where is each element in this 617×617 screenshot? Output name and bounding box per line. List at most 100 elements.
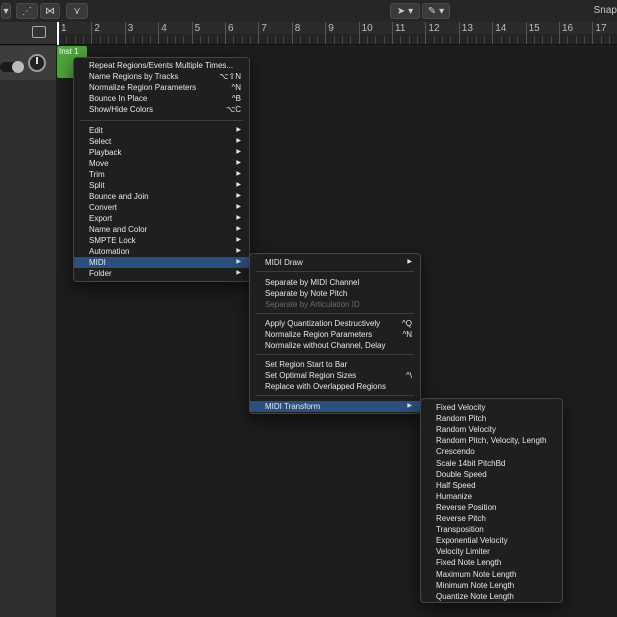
bar-number: 7: [261, 23, 267, 34]
menu-icon[interactable]: ▾: [1, 3, 11, 19]
pencil-tool-icon[interactable]: ✎ ▾: [422, 3, 450, 19]
menu-item-label: Export: [89, 214, 113, 223]
menu-item-separate-by-note-pitch[interactable]: Separate by Note Pitch: [250, 288, 420, 299]
menu-item-trim[interactable]: Trim ▶: [74, 169, 249, 180]
menu-item-normalize-without-channel-delay[interactable]: Normalize without Channel, Delay: [250, 340, 420, 351]
menu-item-separate-by-midi-channel[interactable]: Separate by MIDI Channel: [250, 277, 420, 288]
menu-item-label: Trim: [89, 170, 105, 179]
menu-item-name-regions-by-tracks[interactable]: Name Regions by Tracks ⌥⇧N: [74, 71, 249, 82]
bar-tick: [325, 22, 327, 44]
beat-tick: [74, 36, 76, 44]
menu-item-double-speed[interactable]: Double Speed: [421, 469, 562, 480]
menu-item-normalize-region-parameters[interactable]: Normalize Region Parameters ^N: [250, 329, 420, 340]
menu-item-convert[interactable]: Convert ▶: [74, 202, 249, 213]
menu-item-apply-quantization-destructively[interactable]: Apply Quantization Destructively ^Q: [250, 318, 420, 329]
menu-item-midi-transform[interactable]: MIDI Transform ▶: [250, 401, 420, 412]
cycle-area[interactable]: [56, 34, 617, 44]
menu-item-velocity-limiter[interactable]: Velocity Limiter: [421, 546, 562, 557]
menu-item-half-speed[interactable]: Half Speed: [421, 480, 562, 491]
beat-tick: [149, 36, 151, 44]
submenu-arrow-icon: ▶: [407, 403, 412, 409]
menu-item-quantize-note-length[interactable]: Quantize Note Length: [421, 591, 562, 602]
menu-item-label: Folder: [89, 269, 112, 278]
menu-item-repeat-regions-events-multiple-times[interactable]: Repeat Regions/Events Multiple Times...: [74, 60, 249, 71]
toolbar: ▾ ⋰ ⋈ ⋎ ➤ ▾ ✎ ▾ Snap: [0, 0, 617, 23]
menu-item-random-pitch-velocity-length[interactable]: Random Pitch, Velocity, Length: [421, 435, 562, 446]
menu-item-select[interactable]: Select ▶: [74, 136, 249, 147]
submenu-arrow-icon: ▶: [236, 171, 241, 177]
menu-item-replace-with-overlapped-regions[interactable]: Replace with Overlapped Regions: [250, 381, 420, 392]
bar-tick: [559, 22, 560, 44]
beat-tick: [350, 36, 352, 44]
menu-item-split[interactable]: Split ▶: [74, 180, 249, 191]
menu-item-folder[interactable]: Folder ▶: [74, 268, 249, 279]
menu-item-fixed-note-length[interactable]: Fixed Note Length: [421, 557, 562, 568]
menu-item-label: Split: [89, 181, 105, 190]
menu-item-normalize-region-parameters[interactable]: Normalize Region Parameters ^N: [74, 82, 249, 93]
menu-item-minimum-note-length[interactable]: Minimum Note Length: [421, 580, 562, 591]
beat-tick: [366, 36, 368, 44]
menu-item-name-and-color[interactable]: Name and Color ▶: [74, 224, 249, 235]
pointer-tool-icon[interactable]: ➤ ▾: [390, 3, 420, 19]
menu-item-transposition[interactable]: Transposition: [421, 524, 562, 535]
split-icon[interactable]: ⋎: [66, 3, 88, 19]
bar-number: 11: [395, 23, 406, 34]
menu-item-label: MIDI Draw: [265, 258, 303, 267]
menu-item-fixed-velocity[interactable]: Fixed Velocity: [421, 402, 562, 413]
bar-number: 9: [328, 23, 334, 34]
menu-item-reverse-pitch[interactable]: Reverse Pitch: [421, 513, 562, 524]
menu-item-label: Random Velocity: [436, 425, 497, 435]
menu-item-exponential-velocity[interactable]: Exponential Velocity: [421, 535, 562, 546]
menu-item-label: Move: [89, 159, 109, 168]
beat-tick: [83, 36, 85, 44]
menu-item-set-optimal-region-sizes[interactable]: Set Optimal Region Sizes ^\: [250, 370, 420, 381]
menu-item-smpte-lock[interactable]: SMPTE Lock ▶: [74, 235, 249, 246]
menu-separator: [80, 120, 243, 121]
bar-number: 5: [194, 23, 201, 34]
snap-label[interactable]: Snap: [594, 5, 617, 16]
menu-item-random-velocity[interactable]: Random Velocity: [421, 424, 562, 435]
menu-item-reverse-position[interactable]: Reverse Position: [421, 502, 562, 513]
beat-tick: [383, 36, 385, 44]
beat-tick: [116, 36, 118, 44]
menu-item-label: Exponential Velocity: [436, 536, 508, 546]
menu-item-show-hide-colors[interactable]: Show/Hide Colors ⌥C: [74, 104, 249, 115]
submenu-arrow-icon: ▶: [236, 237, 241, 243]
menu-item-label: Separate by MIDI Channel: [265, 278, 360, 287]
catch-icon[interactable]: ⋈: [40, 3, 60, 19]
menu-item-automation[interactable]: Automation ▶: [74, 246, 249, 257]
menu-item-midi[interactable]: MIDI ▶: [74, 257, 249, 268]
menu-separator: [256, 395, 414, 396]
menu-item-bounce-in-place[interactable]: Bounce In Place ^B: [74, 93, 249, 104]
menu-item-playback[interactable]: Playback ▶: [74, 147, 249, 158]
add-track-icon[interactable]: [32, 26, 46, 38]
menu-item-midi-draw[interactable]: MIDI Draw ▶: [250, 257, 420, 268]
menu-item-bounce-and-join[interactable]: Bounce and Join ▶: [74, 191, 249, 202]
menu-item-scale-14bit-pitchbd[interactable]: Scale 14bit PitchBd: [421, 458, 562, 469]
menu-item-label: Transposition: [436, 525, 484, 535]
menu-item-shortcut: ^N: [402, 330, 412, 339]
menu-item-move[interactable]: Move ▶: [74, 158, 249, 169]
menu-item-crescendo[interactable]: Crescendo: [421, 446, 562, 457]
submenu-arrow-icon: ▶: [236, 215, 241, 221]
menu-item-random-pitch[interactable]: Random Pitch: [421, 413, 562, 424]
volume-slider[interactable]: [0, 61, 24, 73]
submenu-arrow-icon: ▶: [236, 138, 241, 144]
beat-tick: [417, 36, 419, 44]
menu-item-export[interactable]: Export ▶: [74, 213, 249, 224]
flex-time-icon[interactable]: ⋰: [16, 3, 38, 19]
beat-tick: [208, 36, 210, 44]
menu-item-edit[interactable]: Edit ▶: [74, 125, 249, 136]
menu-item-label: SMPTE Lock: [89, 236, 136, 245]
menu-item-label: Scale 14bit PitchBd: [436, 458, 506, 468]
beat-tick: [141, 36, 143, 44]
menu-item-maximum-note-length[interactable]: Maximum Note Length: [421, 569, 562, 580]
menu-item-humanize[interactable]: Humanize: [421, 491, 562, 502]
timeline-ruler[interactable]: 1 2 3 4 5 6 7 8 9 10 11 12 13 14 15 16 17: [56, 22, 617, 45]
menu-item-label: Apply Quantization Destructively: [265, 319, 381, 328]
submenu-arrow-icon: ▶: [236, 149, 241, 155]
menu-item-set-region-start-to-bar[interactable]: Set Region Start to Bar: [250, 359, 420, 370]
beat-tick: [266, 36, 268, 44]
pan-knob[interactable]: [28, 54, 46, 72]
playhead[interactable]: [57, 22, 59, 46]
